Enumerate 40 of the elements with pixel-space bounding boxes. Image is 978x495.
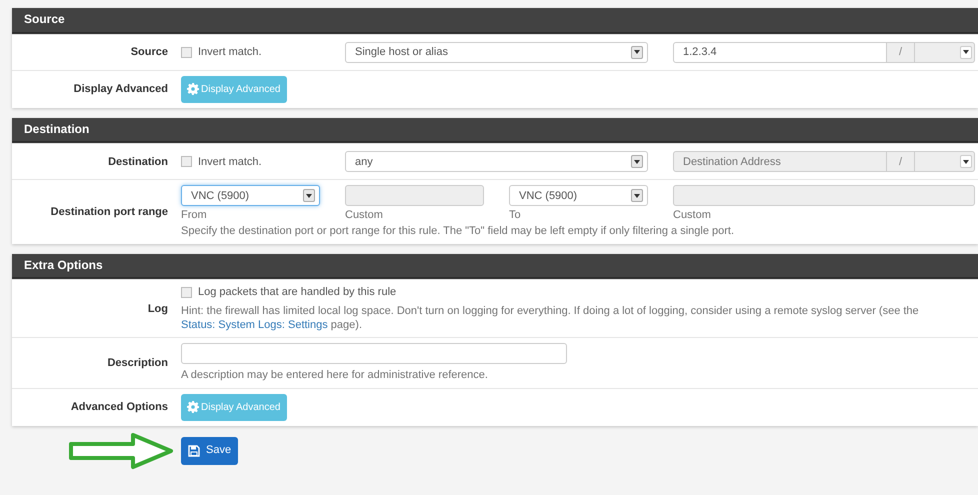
help-text: Specify the destination port or port range for this rule. The "To" field may be left empty if only filtering a single port. xyxy=(181,224,735,239)
help-text: A description may be entered here for administrative reference. xyxy=(181,368,489,383)
settings-link[interactable]: Status: System Logs: Settings xyxy=(181,318,328,331)
checkbox[interactable]: Log packets that are handled by this rule xyxy=(181,285,975,300)
hint-text: Hint: the firewall has limited local log space. Don't turn on logging for everything. If doing a lot of logging, consider using a remote syslog server (see the Status: System Logs: Settings page). xyxy=(181,304,920,332)
caret-icon xyxy=(631,155,643,168)
caret-icon xyxy=(960,155,972,168)
field-label: Log xyxy=(148,302,168,316)
address-field[interactable]: 1.2.3.4 xyxy=(673,42,887,63)
field-caption: To xyxy=(509,208,522,222)
slash-text: / xyxy=(898,44,902,60)
caret-icon xyxy=(303,189,315,202)
type-select[interactable]: Single host or alias xyxy=(345,42,648,63)
description-field[interactable] xyxy=(181,343,567,364)
field-caption: From xyxy=(181,208,208,222)
section-header: Extra Options xyxy=(12,254,978,280)
caret-icon xyxy=(960,46,972,59)
caret-icon xyxy=(631,46,643,59)
port-select[interactable]: VNC (5900) xyxy=(509,185,648,206)
field-caption: Custom xyxy=(345,208,384,222)
port-select[interactable]: VNC (5900) xyxy=(181,185,320,206)
type-select[interactable]: any xyxy=(345,151,648,172)
gear-icon xyxy=(187,83,199,96)
mask-select[interactable] xyxy=(915,42,975,63)
mask-select[interactable] xyxy=(915,151,975,172)
field-caption: Custom xyxy=(673,208,712,222)
field-label: Description xyxy=(107,356,168,370)
field-label: Display Advanced xyxy=(74,82,168,96)
save-button[interactable]: Save xyxy=(181,436,238,465)
caret-icon xyxy=(631,189,643,202)
section-header: Destination xyxy=(12,118,978,144)
checkbox[interactable]: Invert match. xyxy=(181,154,320,169)
gear-icon xyxy=(187,401,199,414)
field-label: Source xyxy=(130,44,168,60)
field-label: Destination port range xyxy=(50,204,168,220)
checkbox[interactable]: Invert match. xyxy=(181,44,320,60)
field-label: Advanced Options xyxy=(70,400,168,414)
section-header: Source xyxy=(12,8,978,34)
field-label: Destination xyxy=(108,154,168,169)
slash-text: / xyxy=(898,154,902,169)
